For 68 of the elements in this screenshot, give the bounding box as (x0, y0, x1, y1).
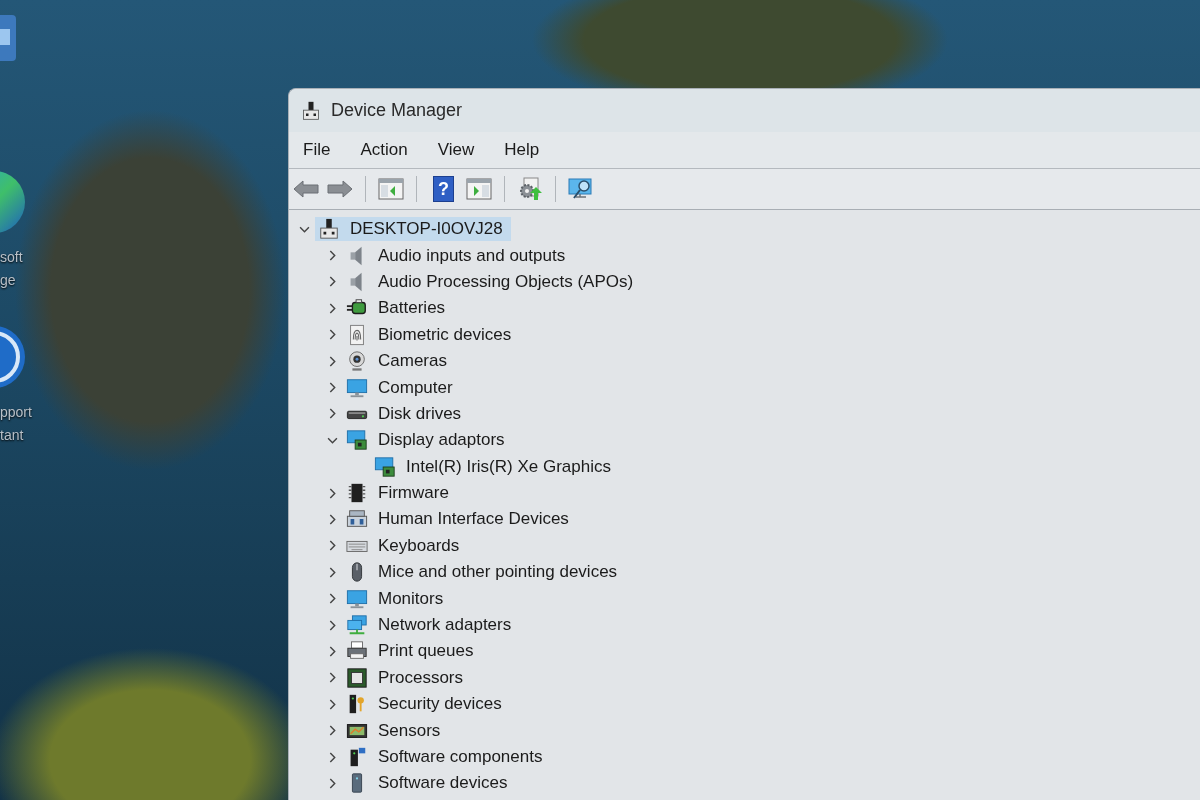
tree-item[interactable]: Software devices (343, 771, 516, 796)
tree-item[interactable]: Keyboards (343, 533, 468, 558)
tree-item[interactable]: Biometric devices (343, 322, 520, 347)
chevron-right-icon[interactable] (327, 672, 338, 684)
menu-item[interactable]: Help (492, 136, 552, 164)
tree-item[interactable]: Security devices (343, 692, 510, 717)
tree-item[interactable]: Intel(R) Iris(R) Xe Graphics (371, 454, 619, 479)
menu-item[interactable]: Action (348, 136, 420, 164)
chevron-right-icon[interactable] (327, 382, 338, 394)
chevron-right-icon[interactable] (327, 593, 338, 605)
chevron-right-icon[interactable] (327, 645, 338, 657)
tree-item[interactable]: Audio inputs and outputs (343, 243, 574, 268)
processor-icon (346, 666, 368, 689)
tree-item[interactable]: Network adapters (343, 613, 520, 638)
window-title: Device Manager (331, 100, 463, 121)
chevron-right-icon[interactable] (327, 329, 338, 341)
chevron-right-icon[interactable] (327, 302, 338, 314)
window-pane-icon[interactable] (466, 177, 492, 201)
app-tile-icon[interactable] (0, 15, 16, 61)
menu-item[interactable]: File (291, 136, 343, 164)
monitor-card-icon (346, 429, 368, 452)
computer-icon (318, 218, 340, 241)
tree-item[interactable]: Monitors (343, 586, 452, 611)
browser-icon[interactable] (0, 170, 26, 234)
chevron-right-icon[interactable] (327, 540, 338, 552)
tree-item[interactable]: Display adaptors (343, 428, 513, 453)
chevron-right-icon[interactable] (327, 751, 338, 763)
chevron-right-icon[interactable] (327, 698, 338, 710)
tree-item[interactable]: Computer (343, 375, 461, 400)
tree-item[interactable]: Print queues (343, 639, 482, 664)
chevron-right-icon[interactable] (327, 514, 338, 525)
help-button[interactable]: ? (433, 176, 454, 202)
tree-item[interactable]: Human Interface Devices (343, 507, 577, 532)
chevron-right-icon[interactable] (327, 487, 338, 499)
monitor-search-icon[interactable] (568, 177, 594, 201)
chevron-right-icon[interactable] (327, 725, 338, 737)
tree-item[interactable]: Batteries (343, 296, 454, 321)
chevron-right-icon[interactable] (327, 566, 338, 578)
chevron-right-icon[interactable] (327, 355, 338, 367)
tree-item[interactable]: Disk drives (343, 401, 470, 426)
chevron-right-icon[interactable] (327, 619, 338, 631)
tree-item[interactable]: Audio Processing Objects (APOs) (343, 269, 642, 294)
chevron-right-icon[interactable] (327, 250, 338, 262)
monitor-icon (346, 376, 368, 399)
tree-item[interactable]: Sensors (343, 718, 449, 743)
tree-item[interactable]: DESKTOP-I0OVJ28 (315, 217, 511, 242)
network-monitors-icon (346, 614, 368, 637)
tree-item[interactable]: Firmware (343, 481, 457, 506)
arrow-left-icon[interactable] (293, 177, 319, 201)
monitor-icon (346, 587, 368, 610)
chevron-right-icon[interactable] (327, 777, 338, 789)
monitor-card-icon (374, 455, 396, 478)
chevron-right-icon[interactable] (327, 276, 338, 288)
tree-item[interactable]: Mice and other pointing devices (343, 560, 626, 585)
desktop-icon-label: pport tant (0, 403, 32, 445)
chevron-right-icon[interactable] (327, 408, 338, 420)
support-icon[interactable] (0, 325, 26, 389)
tree-item[interactable]: Processors (343, 665, 472, 690)
menu-item[interactable]: View (425, 136, 487, 164)
tree-item[interactable]: Cameras (343, 349, 455, 374)
chip-icon (346, 482, 368, 505)
window-pane-icon[interactable] (378, 177, 404, 201)
webcam-icon (346, 350, 368, 373)
computer-icon (301, 100, 321, 121)
tree-item[interactable]: Software components (343, 745, 551, 769)
desktop-icon-label: soft ge (0, 248, 23, 290)
gear-arrow-icon[interactable] (517, 177, 543, 201)
arrow-right-icon[interactable] (327, 177, 353, 201)
